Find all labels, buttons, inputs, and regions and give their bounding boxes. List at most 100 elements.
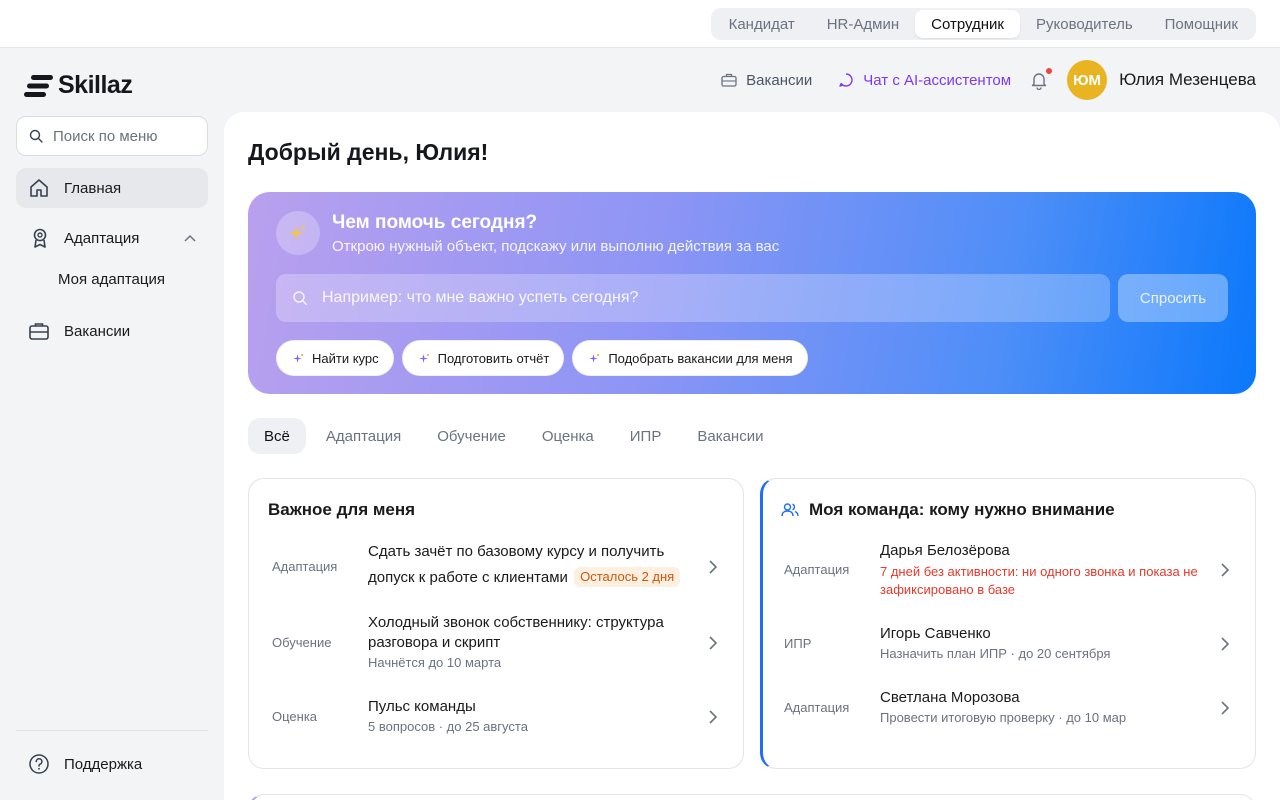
sparkle-icon — [293, 353, 303, 363]
chip-find-vacancies[interactable]: Подобрать вакансии для меня — [572, 340, 808, 376]
avatar[interactable]: ЮМ — [1067, 60, 1108, 100]
list-item[interactable]: Адаптация Дарья Белозёрова 7 дней без ак… — [763, 541, 1255, 601]
sidebar-item-label: Поддержка — [64, 755, 143, 773]
role-bar: Кандидат HR-Админ Сотрудник Руководитель… — [0, 0, 1280, 48]
chip-label: Найти курс — [312, 350, 379, 366]
briefcase-icon — [29, 323, 49, 340]
chevron-right-icon — [1221, 701, 1229, 715]
menu-search-input[interactable] — [53, 127, 193, 145]
ask-button[interactable]: Спросить — [1118, 274, 1228, 322]
sidebar-item-support[interactable]: Поддержка — [16, 744, 208, 784]
card-title: Моя команда: кому нужно внимание — [781, 500, 1115, 520]
sidebar-item-vacancies[interactable]: Вакансии — [16, 311, 208, 351]
tab-all[interactable]: Всё — [248, 418, 306, 454]
item-category: Оценка — [272, 709, 318, 724]
suggestion-chips: Найти курс Подготовить отчёт Подобрать в… — [276, 340, 808, 376]
header-actions: Вакансии Чат с AI-ассистентом ЮМ Юлия Ме… — [721, 60, 1256, 100]
users-icon — [781, 503, 799, 517]
ask-input[interactable] — [322, 289, 1082, 307]
tab-adaptation[interactable]: Адаптация — [310, 418, 417, 454]
tab-vacancies[interactable]: Вакансии — [681, 418, 779, 454]
search-icon — [293, 291, 308, 306]
item-body: Светлана Морозова Провести итоговую пров… — [880, 688, 1200, 725]
item-meta: Начнётся до 10 марта — [368, 655, 502, 670]
sidebar-item-label: Адаптация — [64, 229, 140, 247]
chip-find-course[interactable]: Найти курс — [276, 340, 394, 376]
card-title: Важное для меня — [268, 500, 416, 519]
menu-search — [16, 116, 208, 156]
tab-assessment[interactable]: Оценка — [526, 418, 610, 454]
hero-title: Чем помочь сегодня? — [332, 212, 538, 233]
item-category: Обучение — [272, 635, 332, 650]
list-item[interactable]: ИПР Игорь Савченко Назначить план ИПР · … — [763, 624, 1255, 666]
sidebar-item-adaptation[interactable]: Адаптация — [16, 218, 208, 258]
item-meta: Назначить план ИПР · до 20 сентября — [880, 646, 1111, 661]
main-panel: Добрый день, Юлия! Чем помочь сегодня? О… — [224, 112, 1280, 800]
role-hr-admin[interactable]: HR-Админ — [811, 10, 915, 38]
role-manager[interactable]: Руководитель — [1020, 10, 1149, 38]
tab-training[interactable]: Обучение — [421, 418, 522, 454]
logo-text: Skillaz — [58, 71, 133, 99]
card-title-text: Моя команда: кому нужно внимание — [809, 500, 1115, 519]
ai-chat-label: Чат с AI-ассистентом — [863, 71, 1012, 89]
list-item[interactable]: Адаптация Сдать зачёт по базовому курсу … — [249, 539, 743, 597]
sparkle-icon — [418, 353, 429, 363]
item-category: Адаптация — [784, 562, 850, 577]
list-item[interactable]: Адаптация Светлана Морозова Провести ито… — [763, 688, 1255, 730]
sidebar-item-home[interactable]: Главная — [16, 168, 208, 208]
team-card: Моя команда: кому нужно внимание Адаптац… — [760, 478, 1256, 769]
chip-prepare-report[interactable]: Подготовить отчёт — [401, 340, 565, 376]
item-body: Игорь Савченко Назначить план ИПР · до 2… — [880, 624, 1200, 661]
item-body: Дарья Белозёрова 7 дней без активности: … — [880, 541, 1200, 599]
ask-field — [276, 274, 1110, 322]
item-title: Холодный звонок собственнику: структура … — [368, 614, 664, 651]
role-employee[interactable]: Сотрудник — [915, 10, 1020, 38]
item-category: Адаптация — [272, 559, 338, 574]
role-assistant[interactable]: Помощник — [1149, 10, 1254, 38]
sidebar-item-my-adaptation[interactable]: Моя адаптация — [58, 271, 165, 288]
item-category: ИПР — [784, 636, 812, 651]
item-alert: 7 дней без активности: ни одного звонка … — [880, 564, 1198, 597]
briefcase-icon — [721, 73, 737, 87]
chevron-up-icon[interactable] — [184, 234, 196, 242]
employee-name: Игорь Савченко — [880, 625, 991, 642]
employee-name: Светлана Морозова — [880, 689, 1020, 706]
logo[interactable]: Skillaz — [24, 71, 133, 100]
help-circle-icon — [29, 754, 49, 774]
item-meta: 5 вопросов · до 25 августа — [368, 719, 528, 734]
list-item[interactable]: Оценка Пульс команды 5 вопросов · до 25 … — [249, 697, 743, 739]
item-body: Сдать зачёт по базовому курсу и получить… — [368, 539, 688, 591]
tab-idp[interactable]: ИПР — [614, 418, 678, 454]
chevron-right-icon — [709, 560, 717, 574]
home-icon — [30, 179, 48, 197]
deadline-badge: Осталось 2 дня — [574, 567, 681, 587]
user-name[interactable]: Юлия Мезенцева — [1119, 70, 1256, 90]
badge-icon — [33, 228, 47, 248]
chevron-right-icon — [1221, 637, 1229, 651]
sidebar-divider — [16, 730, 208, 731]
chip-label: Подобрать вакансии для меня — [608, 350, 793, 366]
header-vacancies-label: Вакансии — [746, 71, 813, 89]
chip-label: Подготовить отчёт — [437, 350, 550, 366]
employee-name: Дарья Белозёрова — [880, 542, 1010, 559]
filter-tabs: Всё Адаптация Обучение Оценка ИПР Ваканс… — [248, 418, 779, 454]
sparkle-icon — [276, 211, 320, 255]
role-candidate[interactable]: Кандидат — [713, 10, 811, 38]
chevron-right-icon — [709, 710, 717, 724]
item-meta: Провести итоговую проверку · до 10 мар — [880, 710, 1127, 725]
page-title: Добрый день, Юлия! — [248, 139, 489, 165]
item-body: Холодный звонок собственнику: структура … — [368, 613, 688, 670]
list-item[interactable]: Обучение Холодный звонок собственнику: с… — [249, 613, 743, 673]
header-vacancies-link[interactable]: Вакансии — [721, 72, 812, 89]
ai-assistant-hero: Чем помочь сегодня? Открою нужный объект… — [248, 192, 1256, 394]
chevron-right-icon — [709, 636, 717, 650]
notification-dot — [1046, 68, 1053, 74]
ai-chat-link[interactable]: Чат с AI-ассистентом — [838, 72, 1011, 89]
notifications-button[interactable] — [1029, 68, 1053, 91]
next-card — [248, 794, 1256, 800]
important-card: Важное для меня Адаптация Сдать зачёт по… — [248, 478, 744, 769]
item-title: Пульс команды — [368, 698, 476, 715]
item-category: Адаптация — [784, 700, 850, 715]
sidebar-item-label: Главная — [64, 179, 122, 197]
item-body: Пульс команды 5 вопросов · до 25 августа — [368, 697, 688, 734]
